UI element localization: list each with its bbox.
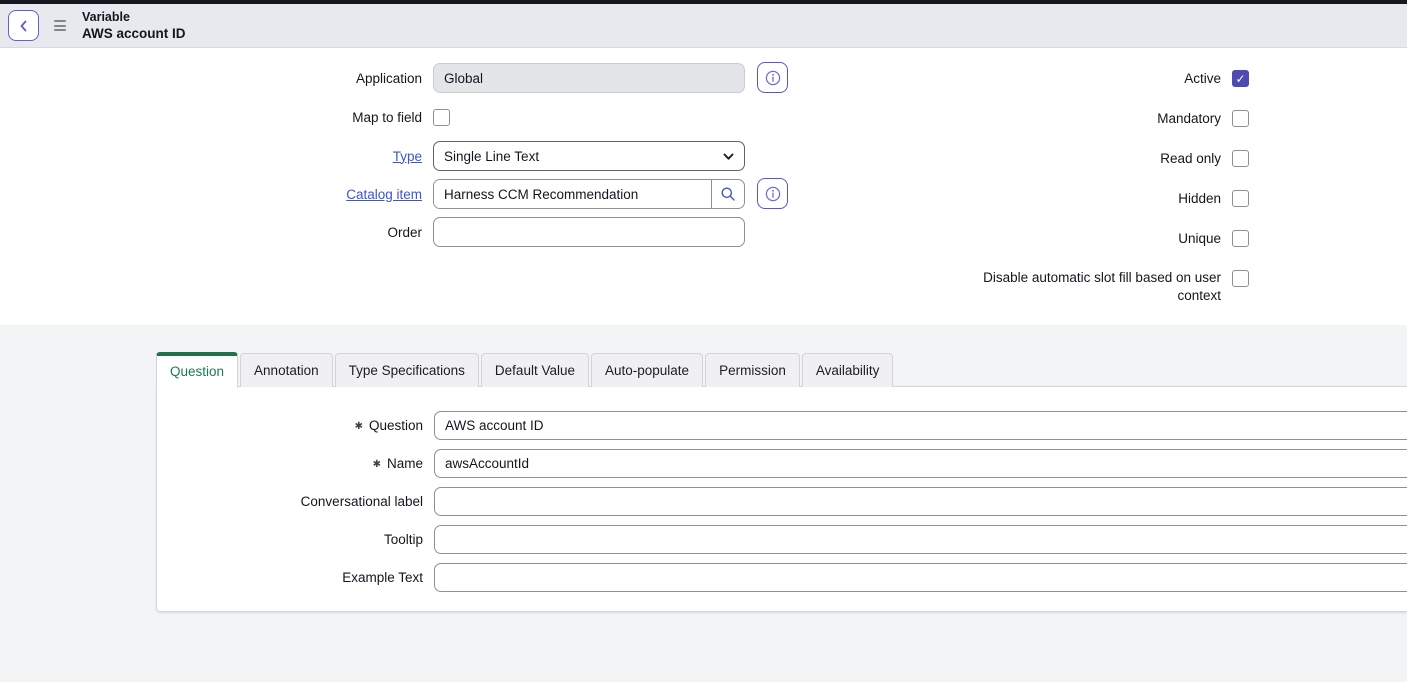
tab-permission[interactable]: Permission	[705, 353, 800, 387]
tab-annotation[interactable]: Annotation	[240, 353, 333, 387]
catalog-item-input[interactable]	[434, 180, 711, 208]
unique-row: Unique	[1178, 230, 1249, 247]
tooltip-row: Tooltip	[157, 525, 1407, 554]
name-field[interactable]	[434, 449, 1407, 478]
catalog-item-row: Catalog item	[0, 179, 745, 209]
hidden-row: Hidden	[1178, 190, 1249, 207]
question-field[interactable]	[434, 411, 1407, 440]
magnifier-icon	[720, 186, 736, 202]
chevron-down-icon	[722, 150, 735, 163]
tab-bar: Question Annotation Type Specifications …	[156, 352, 895, 387]
chevron-left-icon	[17, 19, 31, 33]
catalog-item-reference-field	[433, 179, 745, 209]
tab-default-value[interactable]: Default Value	[481, 353, 589, 387]
page-title: Variable AWS account ID	[82, 9, 186, 42]
disable-slot-fill-label: Disable automatic slot fill based on use…	[971, 269, 1221, 305]
application-row: Application	[0, 63, 745, 93]
example-text-row: Example Text	[157, 563, 1407, 592]
map-to-field-checkbox[interactable]	[433, 109, 450, 126]
read-only-label: Read only	[1160, 151, 1221, 166]
hidden-label: Hidden	[1178, 191, 1221, 206]
record-type-label: Variable	[82, 9, 186, 25]
form-header: Variable AWS account ID	[0, 4, 1407, 48]
conversational-label-field[interactable]	[434, 487, 1407, 516]
conversational-label-label: Conversational label	[157, 494, 423, 509]
unique-label: Unique	[1178, 231, 1221, 246]
map-to-field-row: Map to field	[0, 108, 450, 126]
disable-slot-fill-checkbox[interactable]	[1232, 270, 1249, 287]
unique-checkbox[interactable]	[1232, 230, 1249, 247]
example-text-label: Example Text	[157, 570, 423, 585]
catalog-item-label-link[interactable]: Catalog item	[346, 187, 422, 202]
active-label: Active	[1184, 71, 1221, 86]
variable-form-page: { "header": { "record_type": "Variable",…	[0, 0, 1407, 682]
active-checkbox[interactable]	[1232, 70, 1249, 87]
application-field[interactable]	[433, 63, 745, 93]
tab-type-specifications[interactable]: Type Specifications	[335, 353, 479, 387]
order-label: Order	[0, 225, 422, 240]
example-text-field[interactable]	[434, 563, 1407, 592]
info-circle-icon	[765, 70, 781, 86]
question-row: ✱Question	[157, 411, 1407, 440]
catalog-item-lookup-button[interactable]	[711, 180, 744, 208]
tab-question[interactable]: Question	[156, 352, 238, 388]
tab-auto-populate[interactable]: Auto-populate	[591, 353, 703, 387]
hamburger-menu-icon[interactable]	[54, 20, 66, 31]
name-label: ✱Name	[157, 456, 423, 471]
order-row: Order	[0, 217, 745, 247]
type-select-value: Single Line Text	[444, 149, 539, 164]
mandatory-label: Mandatory	[1157, 111, 1221, 126]
question-tab-panel: ✱Question ✱Name Conversational label Too…	[156, 386, 1407, 612]
hidden-checkbox[interactable]	[1232, 190, 1249, 207]
active-row: Active	[1184, 70, 1249, 87]
read-only-row: Read only	[1160, 150, 1249, 167]
map-to-field-label: Map to field	[0, 110, 422, 125]
type-label-link[interactable]: Type	[393, 149, 422, 164]
tooltip-field[interactable]	[434, 525, 1407, 554]
application-label: Application	[0, 71, 422, 86]
back-button[interactable]	[8, 10, 39, 41]
disable-slot-fill-row: Disable automatic slot fill based on use…	[971, 269, 1249, 305]
mandatory-row: Mandatory	[1157, 110, 1249, 127]
order-field[interactable]	[433, 217, 745, 247]
catalog-item-info-button[interactable]	[757, 178, 788, 209]
type-select[interactable]: Single Line Text	[433, 141, 745, 171]
conversational-label-row: Conversational label	[157, 487, 1407, 516]
type-row: Type Single Line Text	[0, 141, 745, 171]
info-circle-icon	[765, 186, 781, 202]
tooltip-label: Tooltip	[157, 532, 423, 547]
record-title-label: AWS account ID	[82, 25, 186, 42]
application-info-button[interactable]	[757, 62, 788, 93]
required-asterisk-icon: ✱	[355, 421, 363, 432]
mandatory-checkbox[interactable]	[1232, 110, 1249, 127]
read-only-checkbox[interactable]	[1232, 150, 1249, 167]
name-row: ✱Name	[157, 449, 1407, 478]
required-asterisk-icon: ✱	[373, 459, 381, 470]
tab-availability[interactable]: Availability	[802, 353, 894, 387]
question-label: ✱Question	[157, 418, 423, 433]
